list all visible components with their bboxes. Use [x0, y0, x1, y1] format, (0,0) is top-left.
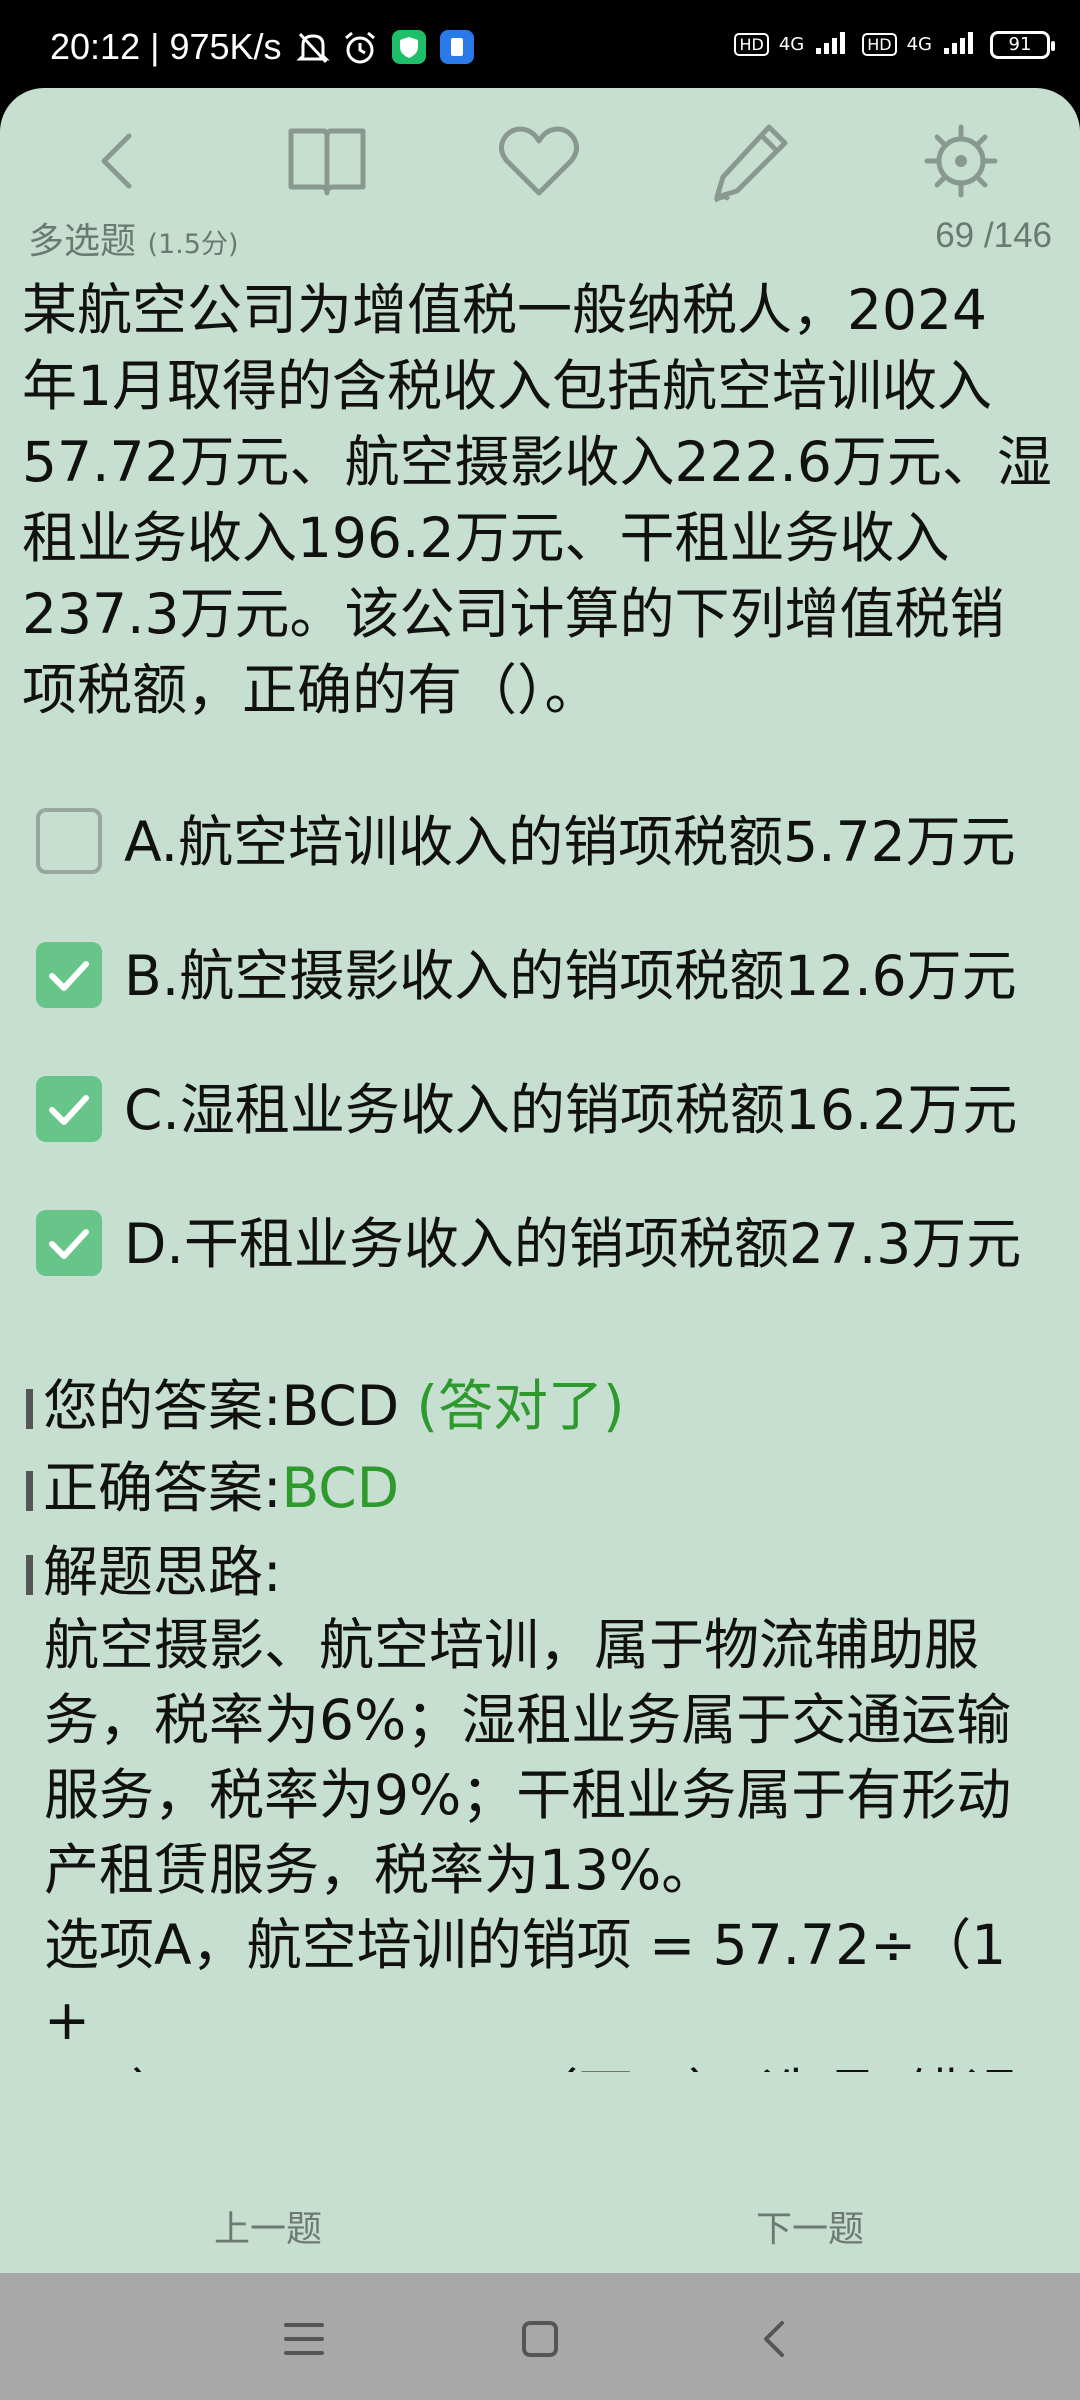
status-right: HD 4G HD 4G 91 — [734, 28, 1055, 61]
network-4g-2: 4G — [906, 34, 932, 55]
note-app-icon — [440, 30, 474, 64]
your-answer-label: 您的答案: — [43, 1374, 282, 1438]
prev-question-button[interactable]: 上一题 — [214, 2200, 322, 2252]
question-score: (1.5分) — [147, 229, 239, 260]
correct-answer: 正确答案:BCD — [26, 1452, 399, 1524]
option-c[interactable]: C.湿租业务收入的销项税额16.2万元 — [36, 1070, 1066, 1160]
answer-status: (答对了) — [416, 1374, 625, 1438]
section-bar — [26, 1555, 33, 1595]
checkbox-b[interactable] — [36, 942, 102, 1008]
explanation-text: 航空摄影、航空培训，属于物流辅助服 务，税率为6%；湿租业务属于交通运输 服务，… — [44, 1613, 1018, 2072]
shield-app-icon — [392, 30, 426, 64]
question-text: 某航空公司为增值税一般纳税人，2024 年1月取得的含税收入包括航空培训收入 5… — [22, 278, 1052, 722]
check-icon — [49, 1229, 89, 1259]
option-b-label: B.航空摄影收入的销项税额12.6万元 — [124, 944, 1017, 1008]
pen-icon — [713, 124, 788, 203]
your-answer: 您的答案:BCD (答对了) — [26, 1370, 624, 1442]
hd-badge-2: HD — [862, 33, 897, 56]
option-c-label: C.湿租业务收入的销项税额16.2万元 — [124, 1078, 1018, 1142]
next-question-button[interactable]: 下一题 — [756, 2200, 864, 2252]
signal-icon-2 — [942, 28, 980, 61]
check-icon — [49, 1095, 89, 1125]
checkbox-c[interactable] — [36, 1076, 102, 1142]
home-icon — [522, 2321, 558, 2357]
menu-button[interactable] — [274, 2309, 334, 2369]
bottom-navigation: 上一题 下一题 — [0, 2088, 1080, 2273]
status-time-speed: 20:12 | 975K/s — [50, 26, 282, 67]
back-button[interactable] — [64, 106, 174, 216]
correct-answer-label: 正确答案: — [43, 1456, 282, 1520]
check-icon — [49, 961, 89, 991]
back-arrow-icon — [764, 2321, 784, 2357]
book-button[interactable] — [272, 106, 382, 216]
alarm-icon — [342, 30, 378, 70]
your-answer-value: BCD — [281, 1374, 400, 1438]
hd-badge: HD — [734, 33, 769, 56]
system-back-button[interactable] — [744, 2309, 804, 2369]
section-bar — [26, 1471, 33, 1511]
question-progress: 69 /146 — [935, 216, 1052, 255]
explanation-label: 解题思路: — [43, 1540, 282, 1604]
system-nav-bar — [0, 2273, 1080, 2400]
mute-icon — [296, 30, 330, 70]
option-d[interactable]: D.干租业务收入的销项税额27.3万元 — [36, 1204, 1066, 1294]
top-toolbar — [0, 88, 1080, 228]
section-bar — [26, 1389, 33, 1429]
checkbox-d[interactable] — [36, 1210, 102, 1276]
option-a-label: A.航空培训收入的销项税额5.72万元 — [124, 810, 1016, 874]
heart-icon — [499, 126, 579, 196]
home-button[interactable] — [510, 2309, 570, 2369]
option-d-label: D.干租业务收入的销项税额27.3万元 — [124, 1212, 1022, 1276]
question-type: 多选题 (1.5分) — [28, 212, 238, 264]
correct-answer-value: BCD — [281, 1456, 400, 1520]
favorite-button[interactable] — [484, 106, 594, 216]
settings-button[interactable] — [906, 106, 1016, 216]
status-bar: 20:12 | 975K/s HD 4G HD 4G 91 — [0, 0, 1080, 100]
book-icon — [288, 128, 366, 196]
network-4g-1: 4G — [778, 34, 805, 55]
menu-icon — [284, 2323, 324, 2355]
explanation-heading: 解题思路: — [26, 1536, 282, 1608]
edit-button[interactable] — [696, 106, 806, 216]
option-b[interactable]: B.航空摄影收入的销项税额12.6万元 — [36, 936, 1066, 1026]
battery-indicator: 91 — [990, 30, 1055, 59]
question-type-label: 多选题 — [28, 221, 137, 262]
back-icon — [101, 133, 132, 189]
quiz-screen: 多选题 (1.5分) 69 /146 某航空公司为增值税一般纳税人，2024 年… — [0, 88, 1080, 2273]
option-a[interactable]: A.航空培训收入的销项税额5.72万元 — [36, 802, 1066, 892]
signal-icon — [814, 28, 852, 61]
checkbox-a[interactable] — [36, 808, 102, 874]
settings-icon — [924, 124, 998, 198]
